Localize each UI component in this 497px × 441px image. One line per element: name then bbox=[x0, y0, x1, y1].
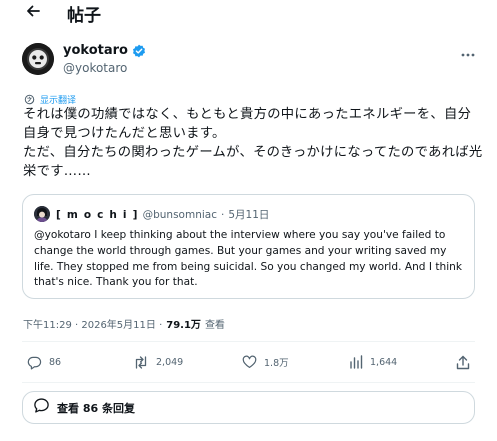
share-icon bbox=[456, 355, 470, 370]
views-label: 查看 bbox=[204, 320, 225, 331]
divider bbox=[22, 341, 475, 342]
divider bbox=[22, 382, 475, 383]
replies-bubble-icon bbox=[33, 397, 50, 418]
share-button[interactable] bbox=[456, 355, 470, 370]
tweet-timestamp[interactable]: 下午11:29 · 2026年5月11日 · bbox=[23, 316, 162, 331]
top-bar: 帖子 bbox=[0, 0, 497, 30]
page-title: 帖子 bbox=[67, 6, 101, 26]
view-replies-button[interactable]: 查看 86 条回复 bbox=[22, 391, 475, 424]
arrow-left-icon bbox=[26, 3, 40, 22]
view-replies-label[interactable]: 查看 86 条回复 bbox=[57, 400, 135, 416]
verified-badge-icon[interactable] bbox=[132, 44, 146, 58]
analytics-count: 1,644 bbox=[370, 356, 398, 368]
views-count: 79.1万 bbox=[166, 320, 201, 331]
quoted-tweet-card[interactable]: [ m o c h i ] @bunsomniac · 5月11日 @yokot… bbox=[22, 194, 475, 299]
analytics-icon bbox=[349, 355, 363, 369]
more-horizontal-icon bbox=[461, 42, 475, 61]
repost-count: 2,049 bbox=[156, 357, 184, 368]
tweet-meta: 下午11:29 · 2026年5月11日 · 79.1万 查看 bbox=[23, 316, 225, 331]
quoted-separator: · bbox=[220, 208, 225, 221]
quoted-author-handle: @bunsomniac bbox=[142, 208, 217, 221]
author-avatar[interactable] bbox=[22, 43, 54, 75]
like-button[interactable]: 1.8万 bbox=[242, 355, 289, 369]
quoted-tweet-header: [ m o c h i ] @bunsomniac · 5月11日 bbox=[56, 207, 269, 222]
author-name-row[interactable]: yokotaro bbox=[63, 43, 146, 58]
quoted-author-avatar bbox=[34, 206, 50, 222]
analytics-button[interactable]: 1,644 bbox=[349, 355, 397, 369]
heart-icon bbox=[242, 355, 257, 369]
quoted-author-name: [ m o c h i ] bbox=[56, 208, 139, 221]
like-count: 1.8万 bbox=[264, 358, 289, 369]
author-display-name[interactable]: yokotaro bbox=[63, 43, 128, 58]
tweet-text: それは僕の功績ではなく、もともと貴方の中にあったエネルギーを、自分自身で見つけた… bbox=[23, 107, 483, 179]
back-button[interactable] bbox=[24, 3, 42, 21]
reply-count: 86 bbox=[49, 357, 62, 368]
reply-icon bbox=[27, 355, 42, 370]
author-handle[interactable]: @yokotaro bbox=[63, 61, 127, 75]
quoted-date: 5月11日 bbox=[228, 209, 270, 221]
quoted-tweet-text: @yokotaro I keep thinking about the inte… bbox=[34, 229, 463, 289]
reply-button[interactable]: 86 bbox=[27, 355, 61, 370]
repost-icon bbox=[133, 355, 149, 370]
repost-button[interactable]: 2,049 bbox=[133, 355, 183, 370]
more-options-button[interactable] bbox=[459, 44, 477, 58]
